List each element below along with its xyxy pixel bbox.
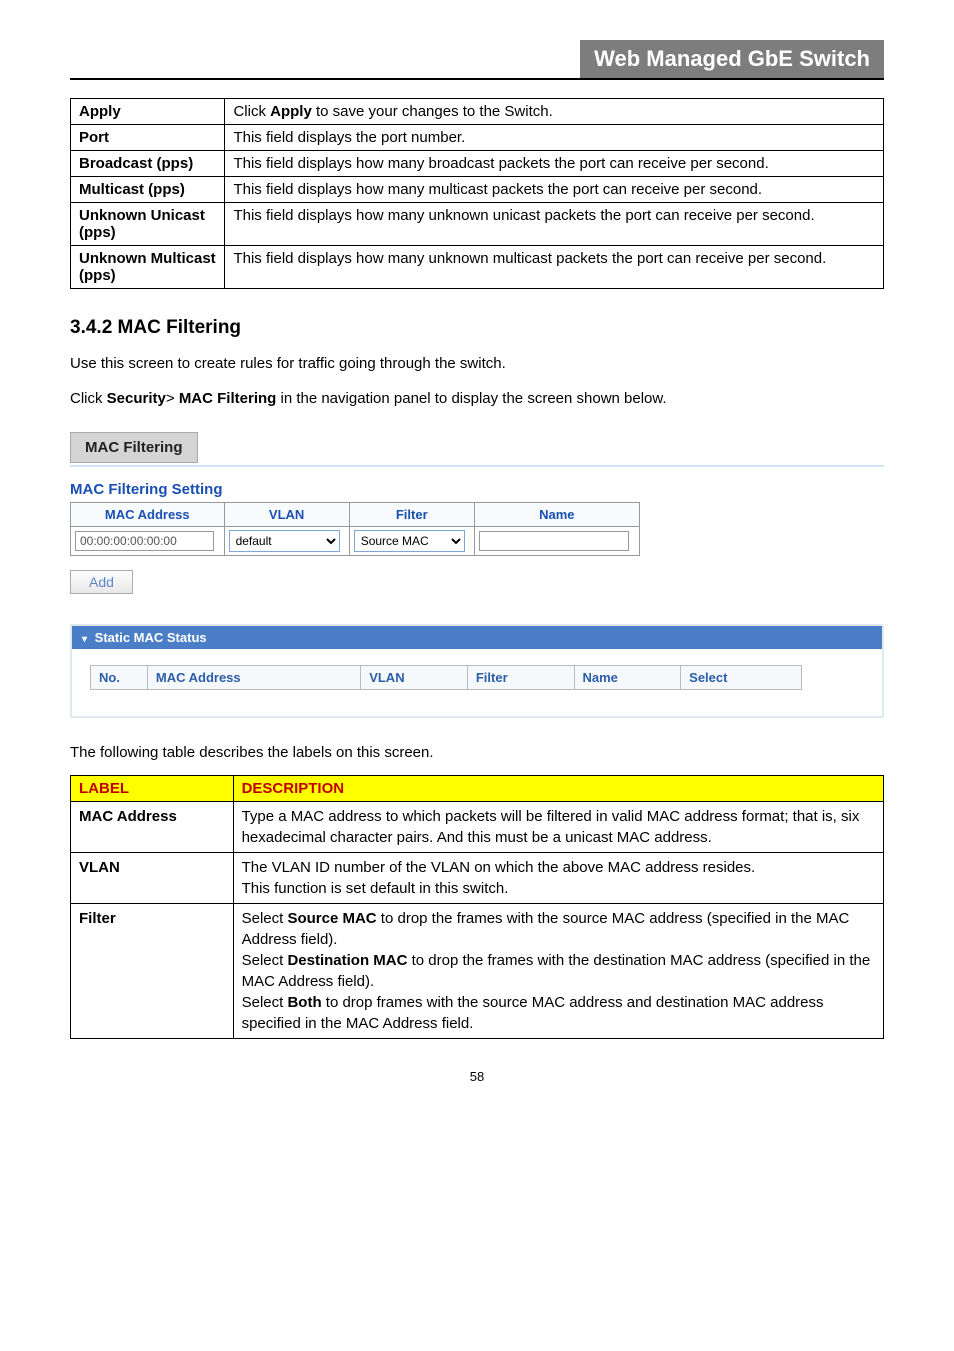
vlan-select[interactable]: default — [229, 530, 340, 552]
row-label: MAC Address — [71, 801, 234, 852]
intro-paragraph: Use this screen to create rules for traf… — [70, 353, 884, 376]
col-name: Name — [474, 503, 639, 527]
row-desc: The VLAN ID number of the VLAN on which … — [233, 852, 883, 903]
mac-filtering-setting-heading: MAC Filtering Setting — [70, 481, 884, 498]
col-mac: MAC Address — [147, 666, 360, 690]
row-label: Apply — [71, 99, 225, 125]
header-label: LABEL — [71, 775, 234, 801]
row-label: Multicast (pps) — [71, 177, 225, 203]
static-mac-status-table: No. MAC Address VLAN Filter Name Select — [90, 665, 802, 690]
col-mac-address: MAC Address — [71, 503, 225, 527]
upper-properties-table: Apply Click Apply to save your changes t… — [70, 98, 884, 289]
col-vlan: VLAN — [224, 503, 349, 527]
chevron-down-icon: ▾ — [82, 634, 87, 645]
row-label: VLAN — [71, 852, 234, 903]
section-heading: 3.4.2 MAC Filtering — [70, 317, 884, 339]
row-label: Port — [71, 125, 225, 151]
col-filter: Filter — [349, 503, 474, 527]
page-header: Web Managed GbE Switch — [70, 40, 884, 80]
static-mac-status-header[interactable]: ▾ Static MAC Status — [72, 626, 882, 649]
desc-table-intro: The following table describes the labels… — [70, 742, 884, 765]
row-desc: This field displays how many multicast p… — [225, 177, 884, 203]
col-filter: Filter — [467, 666, 574, 690]
static-mac-status-panel: ▾ Static MAC Status No. MAC Address VLAN… — [70, 624, 884, 718]
row-desc: This field displays how many broadcast p… — [225, 151, 884, 177]
header-description: DESCRIPTION — [233, 775, 883, 801]
nav-paragraph: Click Security> MAC Filtering in the nav… — [70, 388, 884, 411]
col-select: Select — [681, 666, 802, 690]
description-table: LABEL DESCRIPTION MAC Address Type a MAC… — [70, 775, 884, 1039]
name-input[interactable] — [479, 531, 629, 551]
row-desc: Type a MAC address to which packets will… — [233, 801, 883, 852]
divider — [70, 465, 884, 467]
row-desc: Select Source MAC to drop the frames wit… — [233, 903, 883, 1038]
mac-address-input[interactable] — [75, 531, 214, 551]
row-label: Filter — [71, 903, 234, 1038]
row-label: Unknown Multicast (pps) — [71, 246, 225, 289]
row-label: Broadcast (pps) — [71, 151, 225, 177]
row-desc: This field displays how many unknown mul… — [225, 246, 884, 289]
mac-filtering-setting-table: MAC Address VLAN Filter Name default Sou… — [70, 502, 640, 556]
row-desc: This field displays how many unknown uni… — [225, 203, 884, 246]
row-desc: This field displays the port number. — [225, 125, 884, 151]
static-mac-status-title: Static MAC Status — [95, 630, 207, 645]
row-desc: Click Apply to save your changes to the … — [225, 99, 884, 125]
filter-select[interactable]: Source MAC — [354, 530, 465, 552]
col-vlan: VLAN — [361, 666, 468, 690]
page-number: 58 — [70, 1069, 884, 1084]
col-no: No. — [91, 666, 148, 690]
mac-filtering-tab: MAC Filtering — [70, 432, 198, 463]
add-button[interactable]: Add — [70, 570, 133, 594]
row-label: Unknown Unicast (pps) — [71, 203, 225, 246]
col-name: Name — [574, 666, 681, 690]
setting-row: default Source MAC — [71, 527, 640, 556]
page-title-box: Web Managed GbE Switch — [580, 40, 884, 78]
